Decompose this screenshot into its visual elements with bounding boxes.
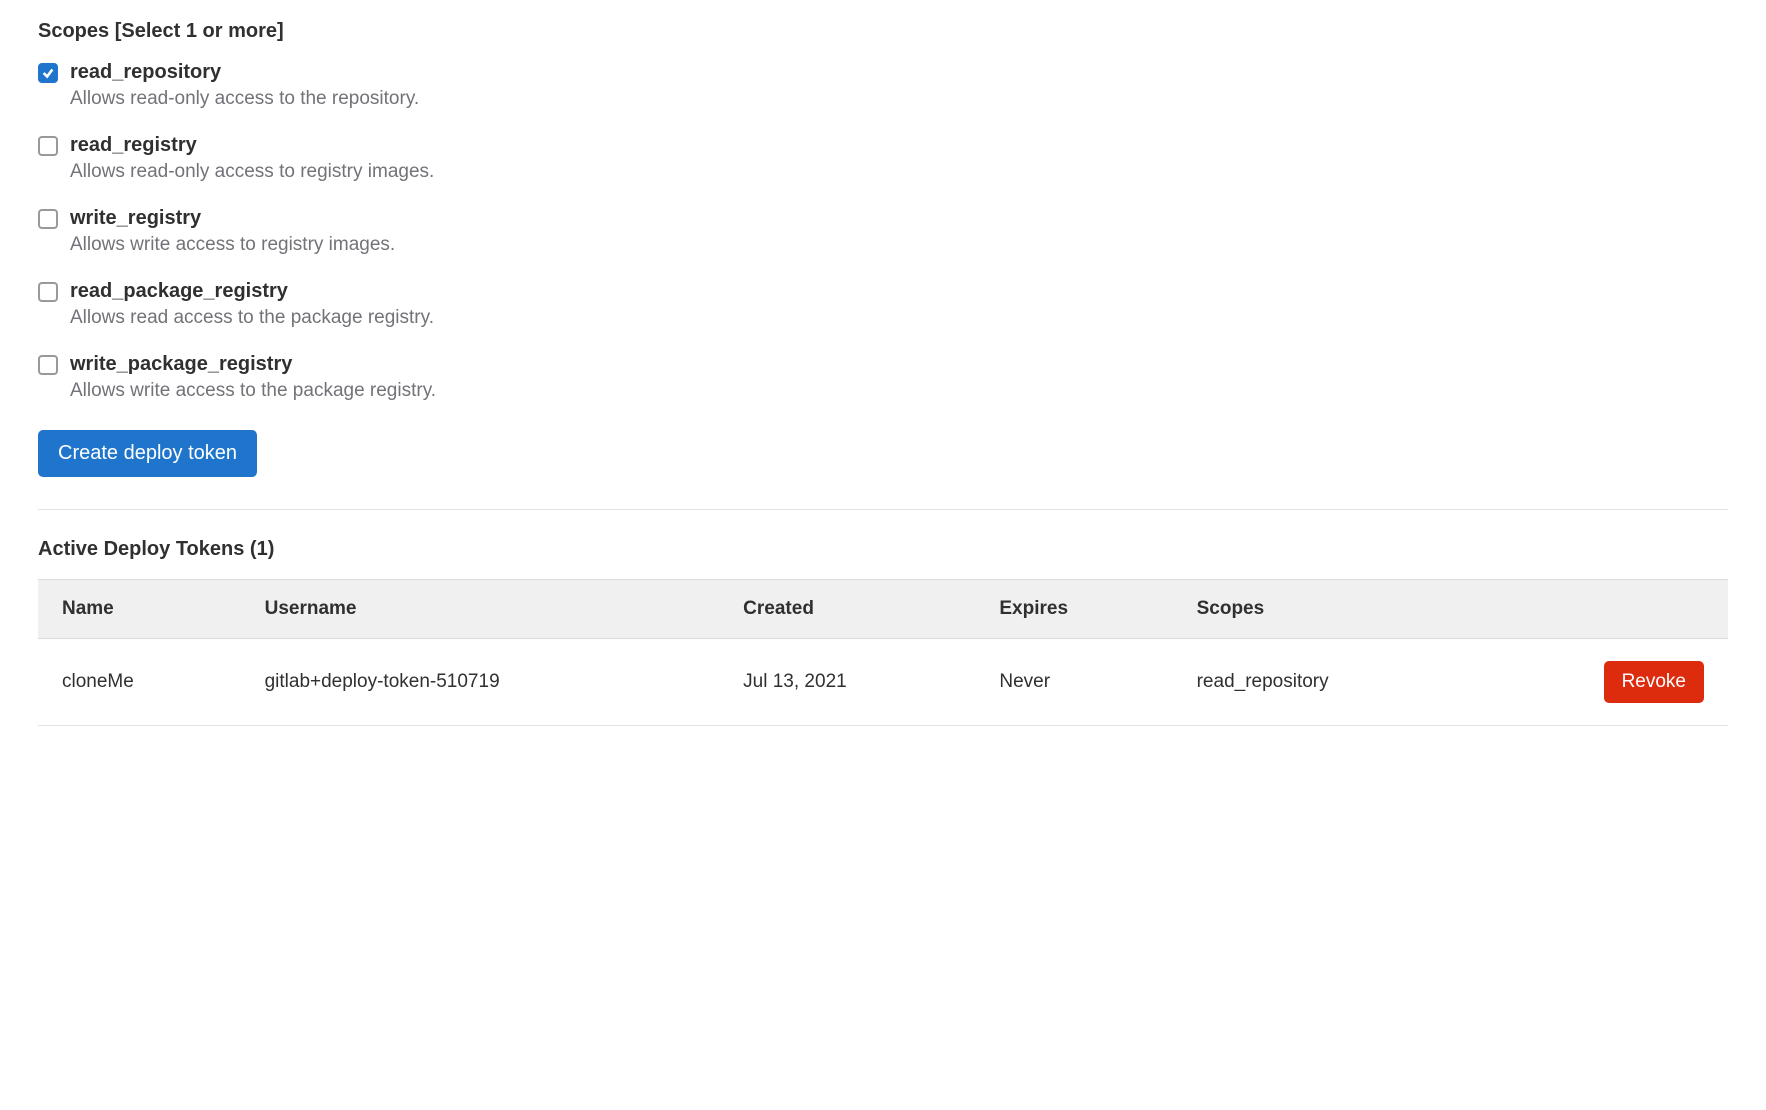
scope-label: read_registry	[70, 134, 434, 157]
section-divider	[38, 509, 1728, 510]
table-header-actions	[1477, 580, 1728, 639]
scope-text: read_registry Allows read-only access to…	[70, 134, 434, 183]
revoke-button[interactable]: Revoke	[1604, 661, 1704, 703]
token-expires-cell: Never	[975, 639, 1172, 726]
scope-description: Allows write access to registry images.	[70, 234, 395, 256]
scope-description: Allows read-only access to the repositor…	[70, 88, 419, 110]
table-row: cloneMe gitlab+deploy-token-510719 Jul 1…	[38, 639, 1728, 726]
active-tokens-heading: Active Deploy Tokens (1)	[38, 538, 1728, 561]
scope-description: Allows read access to the package regist…	[70, 307, 434, 329]
token-scopes-cell: read_repository	[1173, 639, 1477, 726]
table-header-username: Username	[241, 580, 720, 639]
scope-item: read_repository Allows read-only access …	[38, 61, 1728, 110]
scope-checkbox-write-registry[interactable]	[38, 209, 58, 229]
scope-label: write_registry	[70, 207, 395, 230]
scope-label: read_repository	[70, 61, 419, 84]
scope-checkbox-write-package-registry[interactable]	[38, 355, 58, 375]
scope-item: read_package_registry Allows read access…	[38, 280, 1728, 329]
scope-text: write_registry Allows write access to re…	[70, 207, 395, 256]
token-action-cell: Revoke	[1477, 639, 1728, 726]
scope-text: write_package_registry Allows write acce…	[70, 353, 436, 402]
scope-checkbox-read-repository[interactable]	[38, 63, 58, 83]
scope-checkbox-read-package-registry[interactable]	[38, 282, 58, 302]
scope-text: read_package_registry Allows read access…	[70, 280, 434, 329]
create-deploy-token-button[interactable]: Create deploy token	[38, 430, 257, 477]
scope-label: read_package_registry	[70, 280, 434, 303]
token-name-cell: cloneMe	[38, 639, 241, 726]
scope-description: Allows read-only access to registry imag…	[70, 161, 434, 183]
table-header-created: Created	[719, 580, 975, 639]
scope-description: Allows write access to the package regis…	[70, 380, 436, 402]
scope-item: write_package_registry Allows write acce…	[38, 353, 1728, 402]
table-header-name: Name	[38, 580, 241, 639]
scope-checkbox-read-registry[interactable]	[38, 136, 58, 156]
token-created-cell: Jul 13, 2021	[719, 639, 975, 726]
scopes-heading: Scopes [Select 1 or more]	[38, 20, 1728, 43]
scope-text: read_repository Allows read-only access …	[70, 61, 419, 110]
tokens-table: Name Username Created Expires Scopes clo…	[38, 579, 1728, 726]
table-header-expires: Expires	[975, 580, 1172, 639]
table-header-scopes: Scopes	[1173, 580, 1477, 639]
scope-item: write_registry Allows write access to re…	[38, 207, 1728, 256]
token-username-cell: gitlab+deploy-token-510719	[241, 639, 720, 726]
scope-item: read_registry Allows read-only access to…	[38, 134, 1728, 183]
scope-label: write_package_registry	[70, 353, 436, 376]
